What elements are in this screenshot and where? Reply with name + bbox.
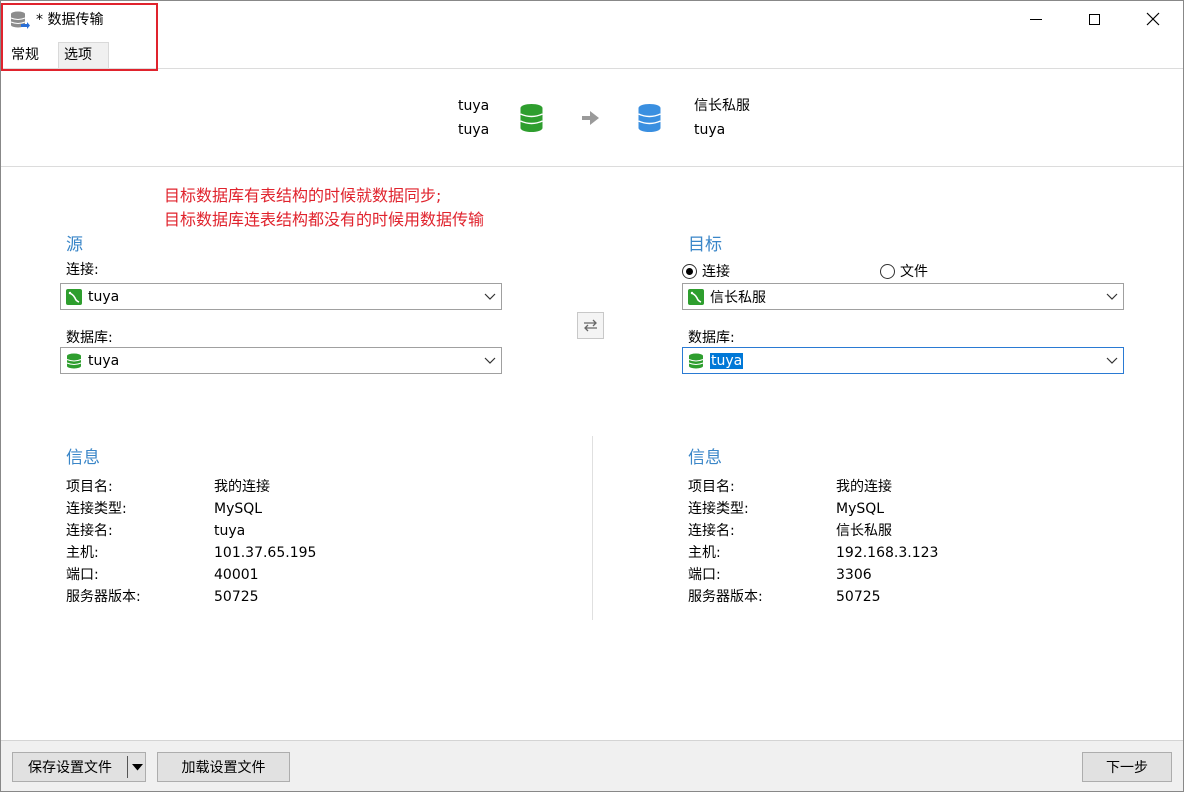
- source-connection-value: tuya: [88, 288, 120, 305]
- info-label: 端口:: [688, 567, 721, 583]
- info-value: 50725: [836, 589, 881, 605]
- source-info-title: 信息: [66, 448, 100, 468]
- maximize-button[interactable]: [1065, 0, 1123, 38]
- info-row: 端口: 40001: [66, 564, 316, 586]
- info-row: 项目名: 我的连接: [66, 476, 316, 498]
- info-label: 连接名:: [66, 523, 113, 539]
- title-bar: * 数据传输: [0, 0, 1184, 40]
- info-row: 连接名: 信长私服: [688, 520, 938, 542]
- info-label: 主机:: [688, 545, 721, 561]
- info-row: 端口: 3306: [688, 564, 938, 586]
- annotation-note: 目标数据库有表结构的时候就数据同步; 目标数据库连表结构都没有的时候用数据传输: [164, 184, 484, 232]
- database-icon: [688, 353, 704, 368]
- info-value: MySQL: [836, 501, 885, 517]
- target-radio-connection-label: 连接: [702, 264, 730, 280]
- target-database-icon: [638, 104, 661, 132]
- info-label: 服务器版本:: [688, 589, 763, 605]
- info-label: 连接类型:: [66, 501, 127, 517]
- source-database-value: tuya: [88, 352, 120, 369]
- info-value: 101.37.65.195: [214, 545, 317, 561]
- close-button[interactable]: [1124, 0, 1182, 38]
- radio-checked-icon: [682, 263, 697, 279]
- info-label: 项目名:: [688, 479, 735, 495]
- summary-target-database: tuya: [694, 122, 726, 138]
- header-divider: [0, 166, 1184, 167]
- info-label: 项目名:: [66, 479, 113, 495]
- tabs-divider: [0, 68, 1184, 69]
- info-value: 我的连接: [836, 479, 892, 495]
- info-value: 50725: [214, 589, 259, 605]
- info-value: 信长私服: [836, 523, 892, 539]
- annotation-line-2: 目标数据库连表结构都没有的时候用数据传输: [164, 210, 485, 229]
- info-value: 192.168.3.123: [836, 545, 939, 561]
- chevron-down-icon: [1106, 357, 1118, 364]
- swap-button[interactable]: [577, 312, 604, 339]
- minimize-icon: [1030, 18, 1042, 20]
- mysql-connection-icon: [688, 288, 704, 305]
- annotation-line-1: 目标数据库有表结构的时候就数据同步;: [164, 186, 442, 205]
- target-info-title: 信息: [688, 448, 722, 468]
- minimize-button[interactable]: [1007, 0, 1065, 38]
- source-connection-label: 连接:: [66, 262, 99, 278]
- info-label: 服务器版本:: [66, 589, 141, 605]
- summary-source-database: tuya: [458, 122, 490, 138]
- info-row: 连接类型: MySQL: [688, 498, 938, 520]
- summary-target-connection: 信长私服: [694, 98, 750, 114]
- info-row: 服务器版本: 50725: [688, 586, 938, 608]
- info-row: 连接名: tuya: [66, 520, 316, 542]
- source-database-label: 数据库:: [66, 330, 113, 346]
- info-row: 主机: 192.168.3.123: [688, 542, 938, 564]
- chevron-down-icon: [1106, 293, 1118, 300]
- target-title: 目标: [688, 235, 722, 255]
- info-value: 我的连接: [214, 479, 270, 495]
- info-row: 主机: 101.37.65.195: [66, 542, 316, 564]
- arrow-right-icon: [582, 111, 599, 125]
- info-value: 40001: [214, 567, 259, 583]
- save-profile-button[interactable]: 保存设置文件: [13, 753, 127, 781]
- target-info-table: 项目名: 我的连接 连接类型: MySQL 连接名: 信长私服 主机: 192.168.…: [688, 476, 938, 608]
- save-profile-split-button[interactable]: 保存设置文件: [12, 752, 146, 782]
- info-label: 主机:: [66, 545, 99, 561]
- source-connection-select[interactable]: tuya: [60, 283, 502, 310]
- highlight-frame: [1, 3, 158, 71]
- info-value: MySQL: [214, 501, 263, 517]
- next-button[interactable]: 下一步: [1082, 752, 1172, 782]
- target-radio-connection[interactable]: 连接: [682, 261, 730, 281]
- info-row: 服务器版本: 50725: [66, 586, 316, 608]
- mysql-connection-icon: [66, 288, 82, 305]
- target-database-label: 数据库:: [688, 330, 735, 346]
- info-label: 连接类型:: [688, 501, 749, 517]
- target-radio-file[interactable]: 文件: [880, 261, 928, 281]
- chevron-down-icon: [484, 357, 496, 364]
- target-connection-select[interactable]: 信长私服: [682, 283, 1124, 310]
- info-divider: [592, 436, 593, 620]
- caret-down-icon: [131, 763, 143, 770]
- summary-source-connection: tuya: [458, 98, 490, 114]
- swap-arrows-icon: [584, 319, 597, 332]
- close-icon: [1146, 12, 1160, 26]
- database-icon: [66, 353, 82, 368]
- info-label: 连接名:: [688, 523, 735, 539]
- target-radio-file-label: 文件: [900, 264, 928, 280]
- info-row: 项目名: 我的连接: [688, 476, 938, 498]
- radio-unchecked-icon: [880, 263, 895, 279]
- target-database-value: tuya: [710, 352, 744, 369]
- info-value: 3306: [836, 567, 872, 583]
- source-database-select[interactable]: tuya: [60, 347, 502, 374]
- load-profile-button[interactable]: 加载设置文件: [157, 752, 290, 782]
- source-database-icon: [520, 104, 543, 132]
- info-value: tuya: [214, 523, 246, 539]
- info-row: 连接类型: MySQL: [66, 498, 316, 520]
- info-label: 端口:: [66, 567, 99, 583]
- target-database-select[interactable]: tuya: [682, 347, 1124, 374]
- maximize-icon: [1088, 13, 1100, 25]
- source-title: 源: [66, 235, 83, 255]
- save-profile-dropdown[interactable]: [128, 753, 146, 781]
- source-info-table: 项目名: 我的连接 连接类型: MySQL 连接名: tuya 主机: 101.37.6…: [66, 476, 316, 608]
- target-connection-value: 信长私服: [710, 289, 766, 306]
- chevron-down-icon: [484, 293, 496, 300]
